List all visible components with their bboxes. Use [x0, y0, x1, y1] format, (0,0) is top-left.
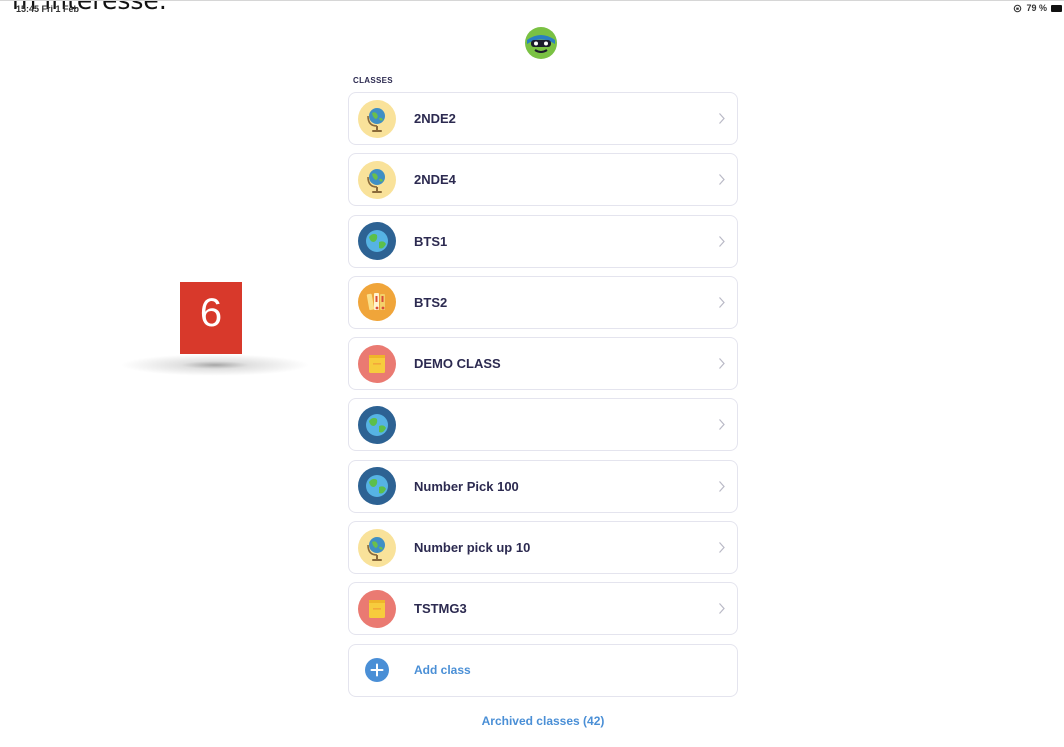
class-name: BTS1 [414, 233, 448, 249]
status-bar: 15:45 Fri 1 Feb 79 % [0, 0, 1064, 16]
class-row-2nde2[interactable]: 2NDE2 [348, 92, 738, 145]
chevron-right-icon [719, 113, 725, 124]
chevron-right-icon [719, 419, 725, 431]
class-list: 2NDE2 2NDE4 BTS1 BTS2 DEMO CLASS Number … [348, 92, 738, 705]
chevron-right-icon [719, 358, 725, 370]
class-name: Number pick up 10 [414, 540, 531, 556]
chevron-right-icon [719, 235, 725, 247]
step-number-badge: 6 [180, 282, 242, 354]
class-name: 2NDE2 [414, 111, 456, 126]
orientation-lock-icon [1014, 4, 1022, 12]
chevron-right-icon [719, 542, 725, 553]
globe-stand-icon [358, 528, 396, 567]
class-name: TSTMG3 [414, 601, 467, 617]
class-name: Number Pick 100 [414, 478, 519, 494]
teacher-avatar[interactable] [524, 26, 558, 60]
status-right: 79 % [1013, 3, 1062, 13]
class-row-tstmg3[interactable]: TSTMG3 [348, 582, 738, 636]
add-icon-wrap [358, 651, 396, 689]
page: m interesse. 15:45 Fri 1 Feb 79 % CLASSE… [0, 0, 1064, 747]
earth-icon [358, 467, 396, 506]
class-name: 2NDE4 [414, 172, 456, 188]
add-class-button[interactable]: Add class [348, 643, 738, 697]
class-row-bts2[interactable]: BTS2 [348, 275, 738, 329]
earth-icon [358, 222, 396, 261]
archived-classes-link[interactable]: Archived classes (42) [348, 714, 738, 728]
books-icon [358, 283, 396, 322]
class-row-bts1[interactable]: BTS1 [348, 214, 738, 268]
plus-circle-icon [365, 658, 389, 683]
class-row-number-pick-up-10[interactable]: Number pick up 10 [348, 521, 738, 575]
class-name: DEMO CLASS [414, 356, 501, 372]
add-class-label: Add class [414, 663, 471, 678]
chevron-right-icon [719, 603, 725, 615]
globe-stand-icon [358, 99, 396, 138]
battery-icon [1051, 4, 1062, 12]
status-time: 15:45 Fri 1 Feb [16, 4, 80, 14]
battery-percent: 79 % [1026, 3, 1047, 13]
class-row-number-pick-100[interactable]: Number Pick 100 [348, 459, 738, 513]
class-row-unnamed[interactable] [348, 398, 738, 452]
class-name: BTS2 [414, 294, 448, 310]
class-row-2nde4[interactable]: 2NDE4 [348, 153, 738, 207]
globe-stand-icon [358, 160, 396, 199]
notebook-icon [358, 344, 396, 383]
chevron-right-icon [719, 480, 725, 492]
classes-section-label: CLASSES [353, 76, 393, 85]
badge-shadow [120, 354, 310, 376]
chevron-right-icon [719, 174, 725, 186]
notebook-icon [358, 589, 396, 628]
class-row-demo-class[interactable]: DEMO CLASS [348, 337, 738, 391]
chevron-right-icon [719, 296, 725, 308]
earth-icon [358, 405, 396, 444]
